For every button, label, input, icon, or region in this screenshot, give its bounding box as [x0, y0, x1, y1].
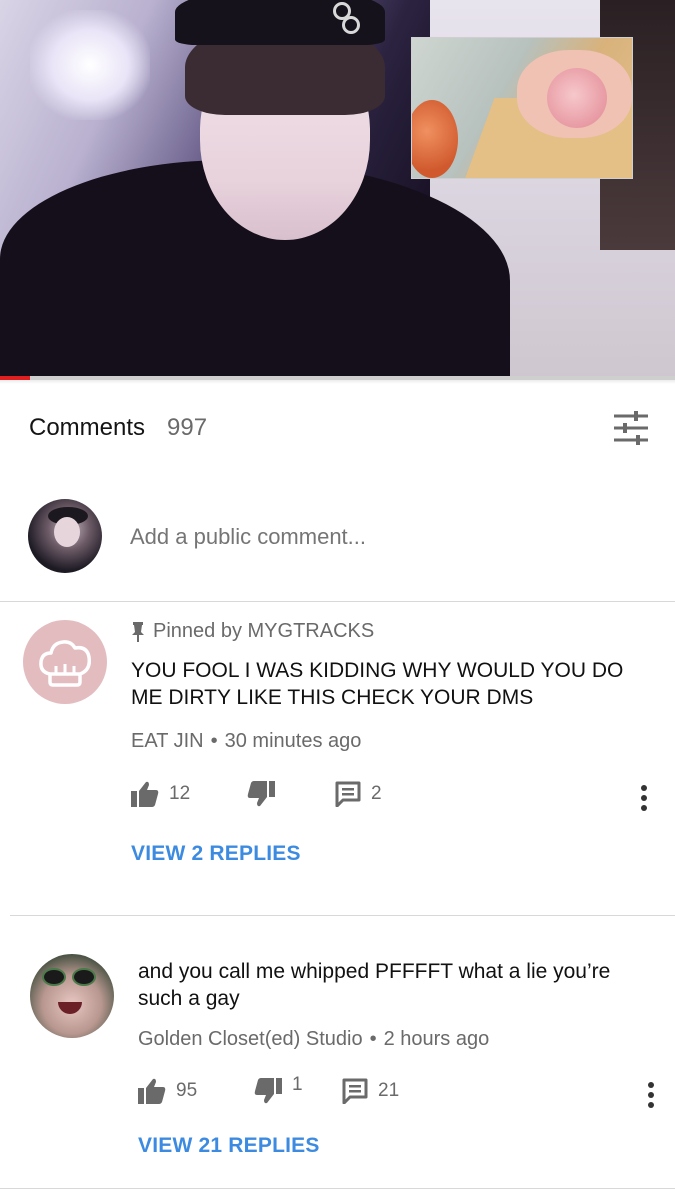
video-bottom-shadow: [0, 380, 675, 384]
comment-text: and you call me whipped PFFFFT what a li…: [138, 960, 611, 1010]
like-button[interactable]: 95: [138, 1078, 197, 1104]
reply-button[interactable]: 2: [335, 781, 382, 807]
avatar-mouth: [58, 1002, 82, 1014]
like-button[interactable]: 12: [131, 781, 190, 807]
video-player[interactable]: [0, 0, 675, 378]
reply-button[interactable]: 21: [342, 1078, 399, 1104]
reply-comment-icon: [335, 781, 361, 807]
thumbs-up-icon: [138, 1078, 166, 1104]
reply-count: 21: [378, 1080, 400, 1101]
view-replies-link[interactable]: VIEW 2 REPLIES: [131, 842, 301, 866]
comment-time: 2 hours ago: [383, 1028, 490, 1050]
meta-separator: •: [210, 730, 218, 752]
inset-fruit: [547, 68, 607, 128]
video-frame-light: [30, 10, 150, 120]
dislike-count: 1: [292, 1074, 303, 1095]
comment-author[interactable]: Golden Closet(ed) Studio: [138, 1028, 363, 1050]
avatar-face: [54, 517, 80, 547]
like-count: 95: [176, 1080, 198, 1101]
more-options-icon[interactable]: [634, 781, 654, 815]
dislike-button[interactable]: [247, 781, 285, 807]
pinned-indicator: Pinned by MYGTRACKS: [131, 620, 374, 643]
reply-count: 2: [371, 783, 382, 804]
pin-icon: [132, 621, 144, 642]
add-comment-input[interactable]: [130, 524, 630, 550]
chef-hat-icon: [39, 640, 92, 687]
comment-time: 30 minutes ago: [224, 730, 362, 752]
sort-options-icon[interactable]: [612, 411, 650, 445]
comments-header: Comments 997: [0, 400, 675, 456]
meta-separator: •: [369, 1028, 377, 1050]
comment-meta: Golden Closet(ed) Studio • 2 hours ago: [138, 1028, 489, 1051]
thumbs-up-icon: [131, 781, 159, 807]
reply-comment-icon: [342, 1078, 368, 1104]
like-count: 12: [169, 783, 191, 804]
picture-in-picture-inset: [411, 37, 633, 179]
pinned-label: Pinned by MYGTRACKS: [153, 620, 375, 642]
comment-item: Pinned by MYGTRACKS YOU FOOL I WAS KIDDI…: [0, 602, 675, 916]
cap-ring: [342, 16, 360, 34]
comments-title: Comments: [29, 414, 146, 441]
comments-count: 997: [167, 414, 208, 441]
divider: [0, 1188, 675, 1189]
dislike-button[interactable]: 1: [254, 1074, 303, 1104]
thumbs-down-icon: [254, 1078, 282, 1104]
comment-actions: 95 1 21: [0, 1074, 675, 1112]
comment-actions: 12 2: [0, 781, 675, 815]
view-replies-link[interactable]: VIEW 21 REPLIES: [138, 1134, 320, 1158]
user-avatar[interactable]: [28, 499, 102, 573]
commenter-avatar[interactable]: [23, 620, 107, 704]
commenter-avatar[interactable]: [30, 954, 114, 1038]
inset-orange: [412, 100, 458, 178]
thumbs-down-icon: [247, 781, 275, 807]
comment-meta: EAT JIN • 30 minutes ago: [131, 730, 361, 753]
more-options-icon[interactable]: [641, 1078, 661, 1112]
comment-text: YOU FOOL I WAS KIDDING WHY WOULD YOU DO …: [131, 659, 624, 709]
comment-author[interactable]: EAT JIN: [131, 730, 204, 752]
avatar-sunglasses: [42, 968, 100, 988]
comment-item: and you call me whipped PFFFFT what a li…: [0, 916, 675, 1200]
add-comment-row: [0, 496, 675, 576]
